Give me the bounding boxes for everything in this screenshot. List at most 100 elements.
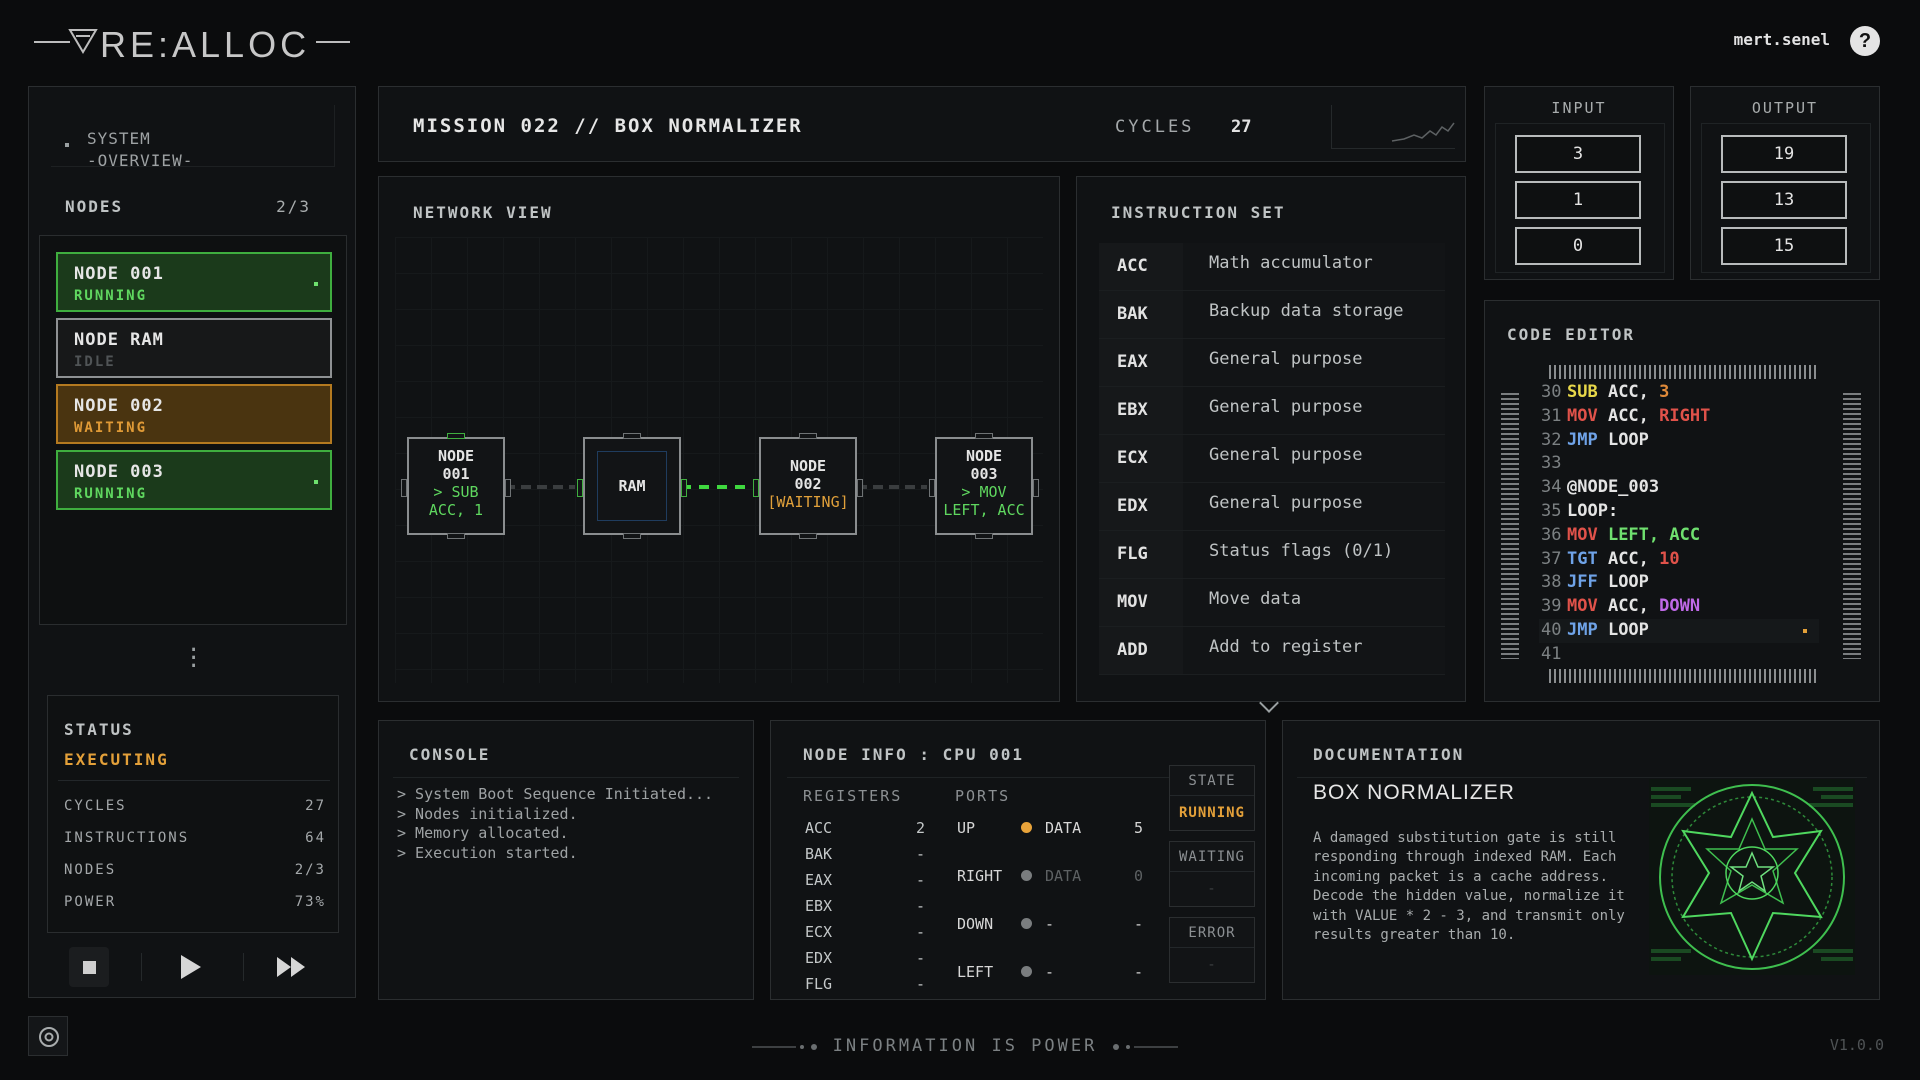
divider — [1297, 777, 1867, 778]
instruction-row[interactable]: EAX General purpose — [1099, 339, 1445, 387]
node-item-003[interactable]: NODE 003 RUNNING — [56, 450, 332, 510]
code-line[interactable]: 36 MOV LEFT, ACC — [1541, 524, 1841, 548]
port-left — [753, 479, 759, 497]
instruction-row[interactable]: EBX General purpose — [1099, 387, 1445, 435]
port-down — [447, 533, 465, 539]
register-row: EAX - — [805, 871, 925, 889]
line-number: 39 — [1541, 596, 1562, 617]
instr-desc: Move data — [1183, 579, 1445, 626]
instr-key: EAX — [1099, 339, 1183, 386]
more-options-icon[interactable]: · · · — [187, 640, 200, 678]
line-number: 36 — [1541, 524, 1562, 545]
input-label: INPUT — [1551, 99, 1607, 117]
code-line[interactable]: 37 TGT ACC, 10 — [1541, 548, 1841, 572]
system-subtitle: -OVERVIEW- — [87, 151, 194, 170]
port-label: - — [1045, 963, 1055, 981]
output-panel: OUTPUT 19 13 15 — [1690, 86, 1880, 280]
code-op: MOV — [1567, 405, 1598, 426]
docs-heading: BOX NORMALIZER — [1313, 781, 1515, 804]
username[interactable]: mert.senel — [1734, 30, 1830, 49]
node-state: IDLE — [74, 354, 116, 370]
code-line[interactable]: 34 @NODE_003 — [1541, 476, 1841, 500]
output-label: OUTPUT — [1751, 99, 1819, 117]
code-line[interactable]: 41 — [1541, 643, 1841, 667]
port-right — [505, 479, 511, 497]
line-number: 34 — [1541, 477, 1562, 498]
instruction-row[interactable]: FLG Status flags (0/1) — [1099, 531, 1445, 579]
register-value: - — [915, 975, 925, 993]
ram-inner-frame — [597, 451, 667, 521]
port-up — [623, 433, 641, 439]
register-name: BAK — [805, 845, 833, 863]
instruction-table: ACC Math accumulator BAK Backup data stora… — [1099, 243, 1445, 675]
register-value: - — [915, 923, 925, 941]
node-item-ram[interactable]: NODE RAM IDLE — [56, 318, 332, 378]
barcode-right — [1843, 393, 1861, 659]
net-node-ram[interactable]: RAM — [577, 433, 687, 539]
net-node-001[interactable]: NODE 001 > SUB ACC, 1 — [401, 433, 511, 539]
line-number: 41 — [1541, 643, 1562, 664]
instruction-row[interactable]: EDX General purpose — [1099, 483, 1445, 531]
instruction-row[interactable]: MOV Move data — [1099, 579, 1445, 627]
code-line[interactable]: 40 JMP LOOP — [1541, 619, 1841, 643]
register-value: - — [915, 949, 925, 967]
port-up — [975, 433, 993, 439]
register-row: ECX - — [805, 923, 925, 941]
instr-desc: Add to register — [1183, 627, 1445, 674]
stat-label: CYCLES — [64, 798, 127, 814]
code-line[interactable]: 39 MOV ACC, DOWN — [1541, 595, 1841, 619]
instruction-title: INSTRUCTION SET — [1111, 203, 1286, 222]
console-output: > System Boot Sequence Initiated... > No… — [397, 785, 713, 863]
play-button[interactable] — [169, 947, 209, 987]
register-name: ECX — [805, 923, 833, 941]
port-row-down: DOWN - - — [957, 915, 1143, 933]
node-item-001[interactable]: NODE 001 RUNNING — [56, 252, 332, 312]
code-area[interactable]: 30 SUB ACC, 3 31 MOV ACC, RIGHT 32 JMP LOOP… — [1541, 381, 1841, 667]
help-button[interactable]: ? — [1850, 26, 1880, 56]
net-node-003[interactable]: NODE 003 > MOV LEFT, ACC — [929, 433, 1039, 539]
instruction-row[interactable]: ADD Add to register — [1099, 627, 1445, 675]
code-line[interactable]: 38 JFF LOOP — [1541, 571, 1841, 595]
stop-button[interactable] — [69, 947, 109, 987]
code-editor: CODE EDITOR 30 SUB ACC, 3 31 MOV ACC, RIGH… — [1484, 300, 1880, 702]
node-command: > MOV — [961, 483, 1007, 501]
register-row: EBX - — [805, 897, 925, 915]
instruction-row[interactable]: BAK Backup data storage — [1099, 291, 1445, 339]
settings-button[interactable] — [28, 1016, 68, 1056]
mission-title: MISSION 022 // BOX NORMALIZER — [413, 115, 803, 137]
node-label: NODE — [437, 447, 475, 465]
output-value: 15 — [1721, 227, 1847, 265]
code-line[interactable]: 32 JMP LOOP — [1541, 429, 1841, 453]
instr-key: BAK — [1099, 291, 1183, 338]
app-logo: RE:ALLOC — [34, 22, 354, 65]
mission-emblem-icon — [1649, 779, 1855, 975]
system-overview[interactable]: SYSTEM -OVERVIEW- — [51, 105, 335, 170]
divider — [393, 777, 739, 778]
code-op: TGT — [1567, 548, 1598, 569]
input-panel: INPUT 3 1 0 — [1484, 86, 1674, 280]
node-id: 001 — [442, 465, 470, 483]
net-node-002[interactable]: NODE 002 [WAITING] — [753, 433, 863, 539]
nodes-count: 2/3 — [276, 197, 311, 216]
status-label: STATUS — [64, 720, 134, 739]
port-name: RIGHT — [957, 867, 1003, 885]
code-line[interactable]: 31 MOV ACC, RIGHT — [1541, 405, 1841, 429]
register-name: EAX — [805, 871, 833, 889]
node-item-002[interactable]: NODE 002 WAITING — [56, 384, 332, 444]
code-line[interactable]: 35 LOOP: — [1541, 500, 1841, 524]
footer-tagline: INFORMATION IS POWER — [752, 1036, 1178, 1058]
instruction-row[interactable]: ACC Math accumulator — [1099, 243, 1445, 291]
mission-header: MISSION 022 // BOX NORMALIZER CYCLES 27 — [378, 86, 1466, 162]
instruction-set: INSTRUCTION SET ACC Math accumulator BAK B… — [1076, 176, 1466, 702]
code-arg: ACC — [1669, 524, 1701, 545]
fast-forward-button[interactable] — [271, 947, 311, 987]
instr-key: FLG — [1099, 531, 1183, 578]
code-line[interactable]: 33 — [1541, 452, 1841, 476]
code-line[interactable]: 30 SUB ACC, 3 — [1541, 381, 1841, 405]
stat-value: 64 — [305, 830, 326, 846]
instruction-row[interactable]: ECX General purpose — [1099, 435, 1445, 483]
input-value: 3 — [1515, 135, 1641, 173]
docs-title: DOCUMENTATION — [1313, 745, 1465, 764]
cycles-label: CYCLES — [1115, 117, 1195, 137]
tagline-text: INFORMATION IS POWER — [832, 1036, 1098, 1056]
